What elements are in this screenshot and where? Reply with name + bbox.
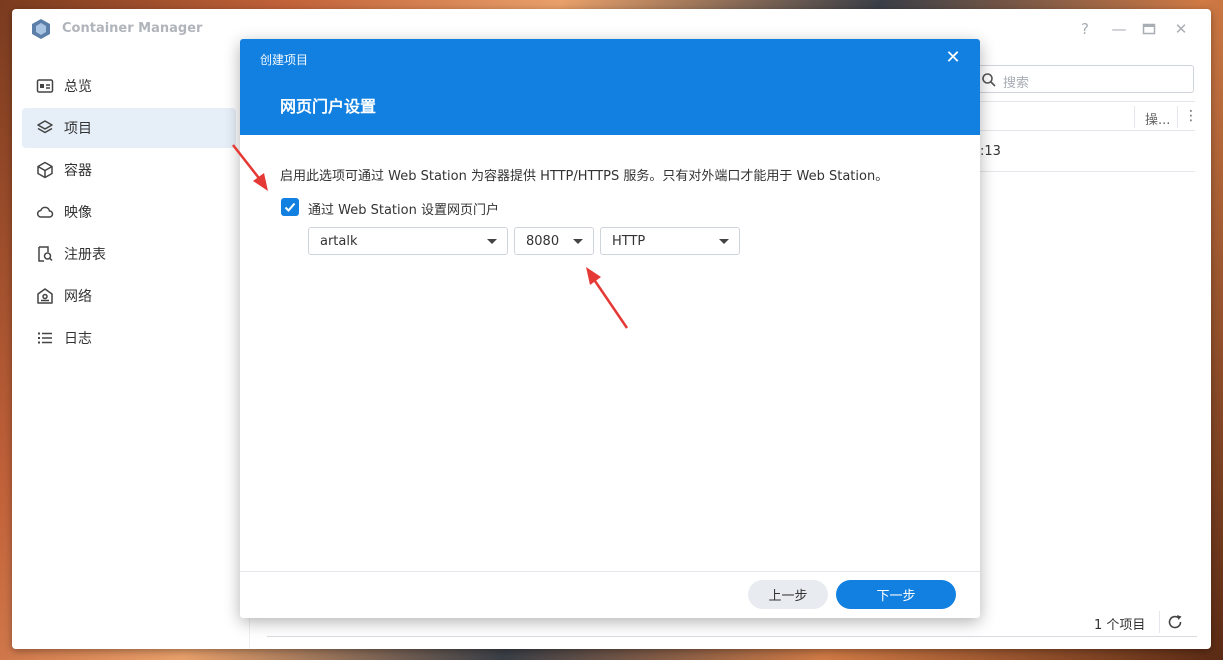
previous-button[interactable]: 上一步 [748,580,828,609]
search-input[interactable]: 搜索 [972,65,1194,93]
web-portal-checkbox[interactable] [281,198,299,216]
service-select[interactable]: artalk [308,227,508,255]
cloud-icon [36,206,54,218]
sidebar-item-logs[interactable]: 日志 [22,318,236,358]
refresh-icon[interactable] [1166,613,1184,631]
port-select-value: 8080 [526,234,560,249]
dialog-breadcrumb: 创建项目 [260,53,309,67]
sidebar-item-label: 映像 [64,205,92,221]
sidebar-item-label: 总览 [64,79,92,95]
table-cell: :13 [980,144,1001,159]
footer-divider [267,636,1197,637]
sidebar-item-overview[interactable]: 总览 [22,66,236,106]
item-count: 1 个项目 [1094,618,1146,633]
search-icon [982,73,996,87]
dialog-footer-divider [240,571,980,572]
sidebar-item-projects[interactable]: 项目 [22,108,236,148]
chevron-down-icon [487,239,497,244]
chevron-down-icon [573,239,583,244]
checkmark-icon [284,202,296,212]
close-icon[interactable]: ✕ [1172,20,1190,38]
list-icon [38,332,52,344]
sidebar-item-label: 容器 [64,163,92,179]
table-header: 操... ⋮ [967,101,1198,131]
app-title: Container Manager [62,21,203,36]
network-icon [37,288,53,304]
protocol-select[interactable]: HTTP [600,227,740,255]
column-header-actions[interactable]: 操... [1145,109,1170,128]
next-button[interactable]: 下一步 [836,580,956,609]
container-manager-logo-icon [32,19,50,39]
port-select[interactable]: 8080 [514,227,594,255]
sidebar-item-label: 项目 [64,121,92,137]
footer-separator [1159,611,1160,633]
column-divider [1134,106,1135,128]
sidebar-item-label: 日志 [64,331,92,347]
column-menu-icon[interactable]: ⋮ [1184,108,1198,124]
web-station-description: 启用此选项可通过 Web Station 为容器提供 HTTP/HTTPS 服务… [280,169,889,184]
chevron-down-icon [719,239,729,244]
registry-search-icon [38,246,53,262]
row-divider [967,171,1195,172]
layers-icon [37,120,53,134]
overview-icon [36,79,54,93]
maximize-icon[interactable] [1140,20,1158,38]
search-placeholder: 搜索 [1003,76,1030,91]
dialog-close-icon[interactable]: ✕ [944,49,962,67]
sidebar-item-network[interactable]: 网络 [22,276,236,316]
protocol-select-value: HTTP [612,234,646,249]
service-select-value: artalk [320,234,358,249]
sidebar-item-registry[interactable]: 注册表 [22,234,236,274]
column-divider [1177,106,1178,128]
dialog-title: 网页门户设置 [280,97,377,116]
help-icon[interactable]: ? [1076,20,1094,38]
sidebar-item-label: 网络 [64,289,92,305]
minimize-icon[interactable]: — [1110,20,1128,38]
sidebar-item-label: 注册表 [64,247,106,263]
dialog-header: 创建项目 ✕ 网页门户设置 [240,39,980,135]
create-project-dialog: 创建项目 ✕ 网页门户设置 启用此选项可通过 Web Station 为容器提供… [240,39,980,618]
cube-icon [37,161,53,179]
sidebar-item-containers[interactable]: 容器 [22,150,236,190]
web-portal-checkbox-label[interactable]: 通过 Web Station 设置网页门户 [308,199,499,218]
sidebar-item-images[interactable]: 映像 [22,192,236,232]
sidebar: 总览 项目 容器 映像 注册表 网络 日志 [12,49,250,649]
